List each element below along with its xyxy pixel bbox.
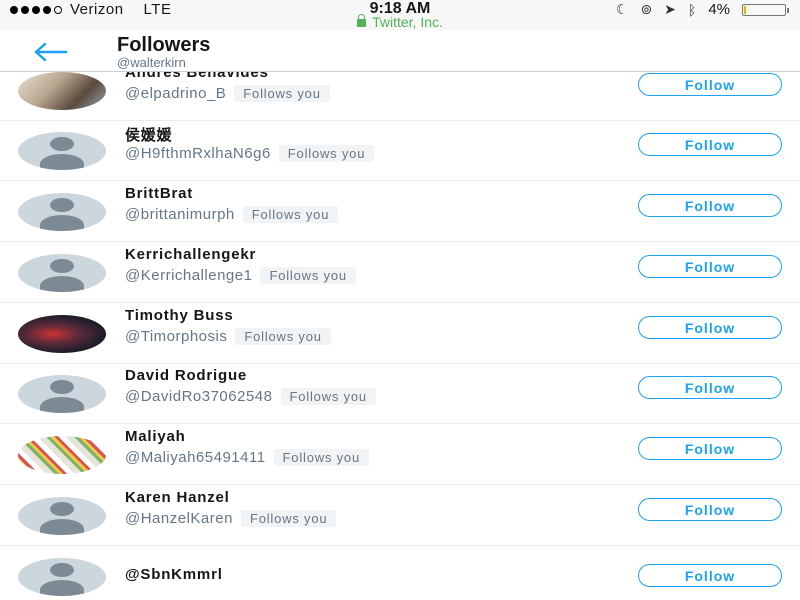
default-avatar-head [50,259,74,273]
back-arrow-icon [34,42,68,62]
bluetooth-icon: ᛒ [687,1,697,18]
handle-line: @Maliyah65491411 Follows you [125,449,369,466]
lock-icon [357,14,367,27]
follow-button[interactable]: Follow [638,498,782,521]
default-avatar-head [50,137,74,151]
avatar[interactable] [18,436,106,474]
avatar[interactable] [18,72,106,110]
default-avatar-head [50,380,74,394]
default-avatar-body [40,580,84,596]
follower-handle: @brittanimurph [125,206,235,223]
back-button[interactable] [30,40,70,64]
default-avatar-body [40,519,84,535]
avatar[interactable] [18,497,106,535]
battery-percent: 4% [708,1,730,18]
handle-line: @Timorphosis Follows you [125,328,331,345]
page-title: Followers [117,34,211,56]
follower-name[interactable]: Timothy Buss [125,307,234,324]
follows-you-badge: Follows you [235,328,331,345]
avatar[interactable] [18,558,106,596]
avatar[interactable] [18,254,106,292]
handle-line: @Kerrichallenge1 Follows you [125,267,356,284]
follower-row[interactable]: Timothy Buss @Timorphosis Follows you Follo… [0,303,800,364]
follows-you-badge: Follows you [234,85,330,102]
follower-row[interactable]: @SbnKmmrl Follow [0,546,800,600]
follow-button[interactable]: Follow [638,194,782,217]
follower-row[interactable]: Karen Hanzel @HanzelKaren Follows you Follo… [0,485,800,546]
follower-name[interactable]: 侯媛媛 [125,124,172,145]
battery-icon [742,3,789,16]
avatar[interactable] [18,375,106,413]
default-avatar-body [40,276,84,292]
handle-line: @elpadrino_B Follows you [125,85,330,102]
default-avatar-head [50,198,74,212]
follow-button[interactable]: Follow [638,316,782,339]
handle-line: @H9fthmRxlhaN6g6 Follows you [125,145,375,162]
follows-you-badge: Follows you [273,449,369,466]
follow-button[interactable]: Follow [638,133,782,156]
handle-line: @DavidRo37062548 Follows you [125,388,376,405]
follower-name[interactable]: BrittBrat [125,185,193,202]
default-avatar-head [50,502,74,516]
status-icons: ☾ ⊚ ➤ ᛒ 4% [615,1,789,18]
follower-name[interactable]: Maliyah [125,428,186,445]
follower-row[interactable]: BrittBrat @brittanimurph Follows you Follow [0,181,800,242]
site-name: Twitter, Inc. [372,14,443,30]
location-icon: ➤ [664,1,676,17]
follower-handle: @elpadrino_B [125,85,227,102]
follow-button[interactable]: Follow [638,564,782,587]
avatar[interactable] [18,315,106,353]
follower-handle: @H9fthmRxlhaN6g6 [125,145,271,162]
follower-handle: @HanzelKaren [125,510,233,527]
follows-you-badge: Follows you [242,206,339,223]
follower-name[interactable]: Karen Hanzel [125,489,230,506]
follower-handle: @Timorphosis [125,328,228,345]
follow-button[interactable]: Follow [638,376,782,399]
follow-button[interactable]: Follow [638,437,782,460]
avatar[interactable] [18,132,106,170]
follower-name[interactable]: @SbnKmmrl [125,566,223,583]
follower-row[interactable]: Maliyah @Maliyah65491411 Follows you Follow [0,424,800,485]
followers-list: Andres Benavides @elpadrino_B Follows you F… [0,72,800,600]
follower-handle: @Kerrichallenge1 [125,267,253,284]
follower-name[interactable]: Kerrichallengekr [125,246,256,263]
handle-line: @HanzelKaren Follows you [125,510,337,527]
moon-icon: ☾ [615,1,629,17]
follows-you-badge: Follows you [278,145,375,162]
default-avatar-head [50,563,74,577]
follows-you-badge: Follows you [260,267,356,284]
page-header: Followers @walterkirn [0,30,800,72]
default-avatar-body [40,215,84,231]
default-avatar-body [40,154,84,170]
follower-row[interactable]: 侯媛媛 @H9fthmRxlhaN6g6 Follows you Follow [0,120,800,181]
follows-you-badge: Follows you [240,510,337,527]
follower-row[interactable]: Andres Benavides @elpadrino_B Follows you F… [0,72,800,121]
page-subtitle: @walterkirn [117,55,186,70]
status-bar: Verizon LTE 9:18 AM Twitter, Inc. ☾ ⊚ ➤ … [0,0,800,30]
follower-name[interactable]: David Rodrigue [125,367,247,384]
follows-you-badge: Follows you [280,388,376,405]
follower-name[interactable]: Andres Benavides [125,72,269,81]
follow-button[interactable]: Follow [638,255,782,278]
handle-line: @brittanimurph Follows you [125,206,339,223]
follower-row[interactable]: Kerrichallengekr @Kerrichallenge1 Follows … [0,242,800,303]
follower-handle: @DavidRo37062548 [125,388,273,405]
follower-handle: @Maliyah65491411 [125,449,266,466]
default-avatar-body [40,397,84,413]
avatar[interactable] [18,193,106,231]
orientation-lock-icon: ⊚ [640,1,653,17]
follow-button[interactable]: Follow [638,73,782,96]
follower-row[interactable]: David Rodrigue @DavidRo37062548 Follows yo… [0,363,800,424]
